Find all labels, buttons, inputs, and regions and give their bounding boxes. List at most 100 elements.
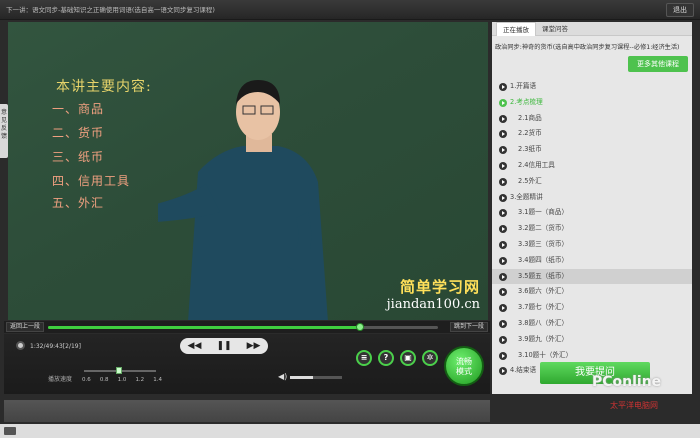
chapter-item[interactable]: 3.1题一（商品）	[492, 205, 692, 221]
play-icon	[499, 225, 507, 234]
video-player[interactable]: 本讲主要内容: 一、商品 二、货币 三、纸币 四、信用工具 五、外汇 简单学习网…	[8, 22, 488, 320]
pconline-logo-sub: 太平洋电脑网	[610, 401, 658, 410]
play-icon	[499, 98, 507, 107]
chapter-label: 2.3纸币	[518, 145, 542, 154]
play-icon	[499, 193, 507, 202]
board-item: 五、外汇	[52, 196, 105, 210]
chapter-item[interactable]: 3.8题八（外汇）	[492, 316, 692, 332]
play-icon	[499, 304, 507, 313]
chapter-label: 2.4信用工具	[518, 160, 555, 169]
tab-qa[interactable]: 课堂问答	[536, 22, 574, 36]
site-watermark: 简单学习网 jiandan100.cn	[387, 276, 480, 312]
chapter-label: 3.2题二（货币）	[518, 224, 569, 233]
chapter-label: 2.5外汇	[518, 176, 542, 185]
chapter-label: 3.3题三（货币）	[518, 239, 569, 248]
chapter-label: 3.7题七（外汇）	[518, 303, 569, 312]
speed-tick[interactable]: 0.8	[100, 377, 109, 383]
list-icon[interactable]: ≡	[356, 350, 372, 366]
feedback-tab[interactable]: 意见反馈	[0, 104, 8, 158]
transport-controls: ◀◀ ❚❚ ▶▶	[180, 338, 268, 354]
speed-label: 播放速度	[48, 376, 73, 383]
chapter-label: 1.开篇语	[510, 82, 537, 90]
course-description: 政治同步:神奇的货币(选自高中政治同步复习课程--必修1:经济生活)	[495, 44, 680, 51]
play-icon	[499, 335, 507, 344]
tab-now-playing[interactable]: 正在播放	[496, 22, 536, 36]
rewind-icon[interactable]: ◀◀	[188, 341, 202, 351]
control-bar: 1:32/49:43[2/19] ◀◀ ❚❚ ▶▶ 播放速度 0.6 0.8 1…	[4, 334, 490, 394]
progress-track[interactable]	[48, 323, 438, 331]
chapter-item[interactable]: 2.2货币	[492, 126, 692, 142]
board-item: 二、货币	[52, 126, 105, 140]
play-icon	[499, 130, 507, 139]
chapter-item[interactable]: 3.9题九（外汇）	[492, 332, 692, 348]
chapter-label: 2.1商品	[518, 113, 542, 122]
chapter-item[interactable]: 3.6题六（外汇）	[492, 284, 692, 300]
chapter-item[interactable]: 2.3纸币	[492, 142, 692, 158]
top-bar: 下一讲：语文同步-基础知识之正确使用词语(选自高一语文同步复习课程) 退出	[0, 0, 700, 20]
speed-tick[interactable]: 1.0	[118, 377, 127, 383]
next-lecture-title[interactable]: 下一讲：语文同步-基础知识之正确使用词语(选自高一语文同步复习课程)	[6, 4, 215, 14]
fast-forward-icon[interactable]: ▶▶	[247, 341, 261, 351]
play-icon	[499, 256, 507, 265]
settings-icon[interactable]: ✲	[422, 350, 438, 366]
pause-icon[interactable]: ❚❚	[216, 341, 231, 351]
keyboard-icon[interactable]	[4, 427, 16, 435]
play-icon	[499, 161, 507, 170]
settings-gear-icon[interactable]	[16, 341, 25, 350]
play-icon	[499, 83, 507, 91]
watermark-url: jiandan100.cn	[386, 297, 480, 312]
volume-fill	[290, 376, 314, 379]
speed-tick[interactable]: 0.6	[82, 377, 91, 383]
board-heading: 本讲主要内容:	[56, 79, 152, 95]
chapter-label: 3.6题六（外汇）	[518, 287, 569, 296]
help-icon[interactable]: ?	[378, 350, 394, 366]
progress-fill	[48, 326, 360, 329]
chapter-item[interactable]: 3.4题四（纸币）	[492, 253, 692, 269]
watermark-title: 简单学习网	[399, 278, 480, 296]
chapter-list: 1.开篇语 2.考点梳理 2.1商品 2.2货币 2.3纸币 2.4信用工具 2.5外汇 3.…	[492, 79, 692, 379]
play-icon	[499, 240, 507, 249]
playlist-panel: 正在播放 课堂问答 政治同步:神奇的货币(选自高中政治同步复习课程--必修1:经…	[492, 22, 692, 410]
notes-icon[interactable]: ▣	[400, 350, 416, 366]
chapter-item[interactable]: 1.开篇语	[492, 79, 692, 95]
chapter-label: 3.1题一（商品）	[518, 208, 569, 217]
smooth-mode-button[interactable]: 流畅 模式	[444, 346, 484, 386]
chapter-item[interactable]: 2.4信用工具	[492, 158, 692, 174]
volume-slider[interactable]	[290, 376, 342, 379]
chapter-item[interactable]: 3.7题七（外汇）	[492, 300, 692, 316]
chapter-item[interactable]: 2.1商品	[492, 111, 692, 127]
play-icon	[499, 209, 507, 218]
chapter-label: 3.10题十（外汇）	[518, 350, 573, 359]
play-icon	[499, 351, 507, 360]
teacher-figure	[158, 80, 328, 320]
chapter-item[interactable]: 3.2题二（货币）	[492, 221, 692, 237]
progress-row: 返回上一段 跳到下一段	[4, 321, 490, 333]
chapter-item[interactable]: 3.5题五（纸币）	[492, 268, 692, 285]
chapter-label: 2.考点梳理	[510, 97, 543, 106]
progress-knob[interactable]	[356, 323, 364, 331]
chapter-label: 3.9题九（外汇）	[518, 334, 569, 343]
chapter-item[interactable]: 2.5外汇	[492, 174, 692, 190]
next-segment-button[interactable]: 跳到下一段	[449, 322, 488, 332]
chapter-item[interactable]: 3.10题十（外汇）	[492, 348, 692, 364]
chapter-item[interactable]: 3.3题三（货币）	[492, 237, 692, 253]
footer-bar	[0, 424, 700, 438]
chapter-item[interactable]: 3.全题精讲	[492, 190, 692, 206]
chapter-label: 3.8题八（外汇）	[518, 318, 569, 327]
chapter-label: 3.4题四（纸币）	[518, 255, 569, 264]
play-icon	[499, 319, 507, 328]
chapter-label: 4.结束语	[510, 366, 537, 375]
speed-knob[interactable]	[116, 367, 122, 374]
speed-tick[interactable]: 1.4	[153, 377, 162, 383]
board-item: 三、纸币	[52, 150, 105, 164]
volume-icon[interactable]: ◀)	[278, 372, 287, 381]
board-item: 一、商品	[52, 102, 105, 116]
more-courses-button[interactable]: 更多其他课程	[628, 56, 688, 72]
speed-ticks: 0.6 0.8 1.0 1.2 1.4	[82, 377, 162, 383]
speed-tick[interactable]: 1.2	[135, 377, 144, 383]
chapter-label: 3.5题五（纸币）	[518, 271, 569, 280]
prev-segment-button[interactable]: 返回上一段	[6, 322, 45, 332]
chapter-item[interactable]: 2.考点梳理	[492, 95, 692, 111]
speed-slider[interactable]	[84, 367, 156, 374]
exit-button[interactable]: 退出	[666, 3, 694, 17]
